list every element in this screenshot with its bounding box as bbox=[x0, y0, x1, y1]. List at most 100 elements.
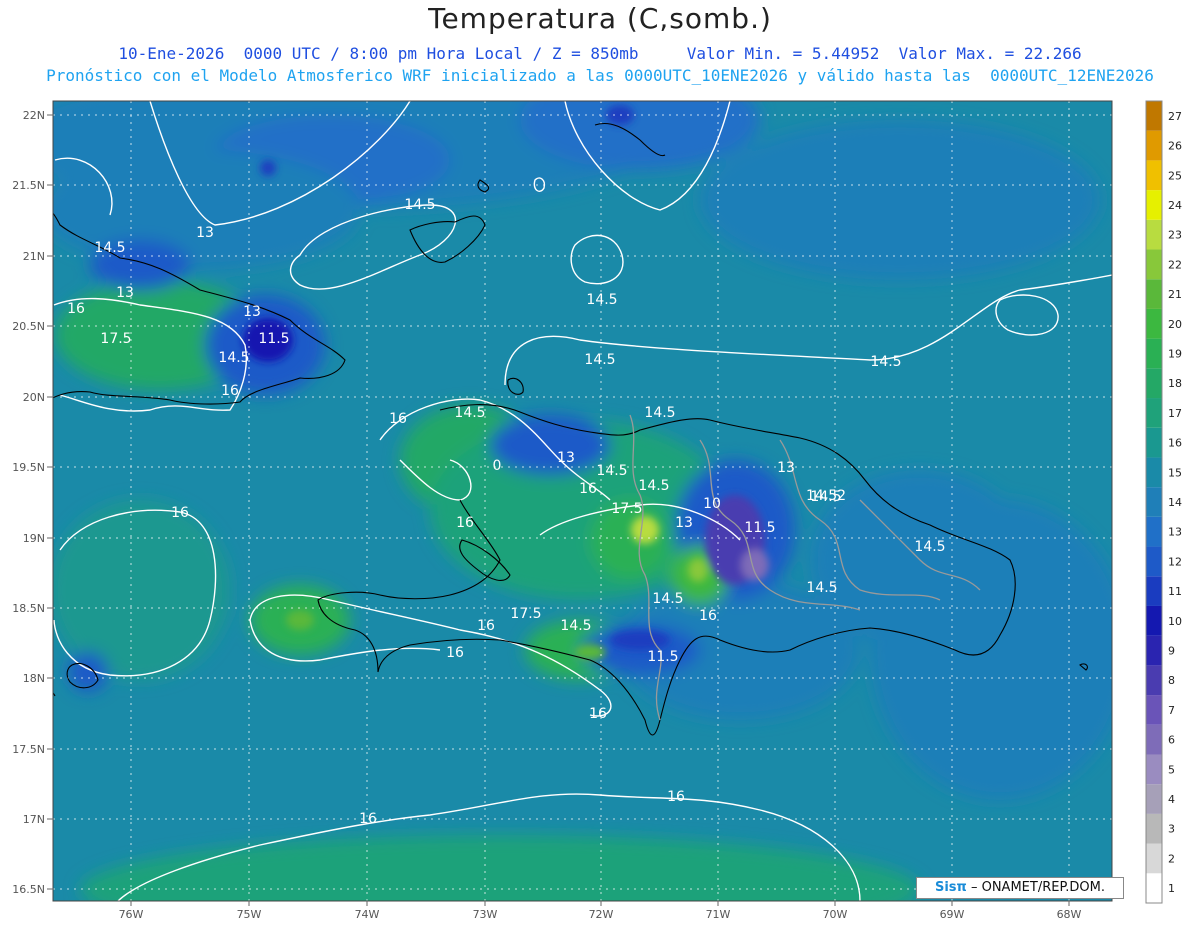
latitude-axis: 22N 21.5N 21N 20.5N 20N 19.5N 19N 18.5N 18N 17.5N… bbox=[12, 109, 53, 896]
colorbar-swatch bbox=[1146, 516, 1162, 547]
colorbar-label: 22 bbox=[1168, 258, 1182, 271]
lat-tick-label: 20N bbox=[23, 391, 45, 404]
sispi-logo: Sisπ bbox=[934, 880, 967, 895]
colorbar-swatch bbox=[1146, 219, 1162, 250]
colorbar-swatch bbox=[1146, 308, 1162, 339]
colorbar-swatch bbox=[1146, 813, 1162, 844]
colorbar-label: 2 bbox=[1168, 852, 1175, 865]
contour-label: 14.5 bbox=[586, 292, 617, 308]
lon-tick-label: 70W bbox=[823, 908, 848, 921]
colorbar-label: 10 bbox=[1168, 615, 1182, 628]
colorbar-label: 17 bbox=[1168, 407, 1182, 420]
lat-tick-label: 19.5N bbox=[12, 461, 45, 474]
colorbar-swatch bbox=[1146, 576, 1162, 606]
lat-tick-label: 16.5N bbox=[12, 883, 45, 896]
contour-label: 13 bbox=[777, 460, 795, 476]
contour-label: 14.52 bbox=[806, 488, 846, 504]
lat-tick-label: 19N bbox=[23, 532, 45, 545]
colorbar-swatch bbox=[1146, 249, 1162, 280]
contour-label: 14.5 bbox=[870, 354, 901, 370]
contour-label: 17.5 bbox=[510, 606, 541, 622]
lat-tick-label: 21.5N bbox=[12, 179, 45, 192]
colorbar: 1234567891011121314151617181920212223242… bbox=[1145, 100, 1182, 904]
colorbar-label: 20 bbox=[1168, 318, 1182, 331]
contour-label: 10 bbox=[703, 496, 721, 512]
contour-label: 16 bbox=[221, 383, 239, 399]
lon-tick-label: 68W bbox=[1057, 908, 1082, 921]
lon-tick-label: 72W bbox=[589, 908, 614, 921]
lat-tick-label: 17N bbox=[23, 813, 45, 826]
colorbar-label: 15 bbox=[1168, 466, 1182, 479]
colorbar-label: 18 bbox=[1168, 377, 1182, 390]
colorbar-label: 9 bbox=[1168, 645, 1175, 658]
colorbar-label: 8 bbox=[1168, 674, 1175, 687]
colorbar-label: 14 bbox=[1168, 496, 1182, 509]
contour-label: 14.5 bbox=[596, 463, 627, 479]
lat-tick-label: 21N bbox=[23, 250, 45, 263]
colorbar-swatch bbox=[1146, 487, 1162, 517]
colorbar-label: 25 bbox=[1168, 169, 1182, 182]
credit-box: Sisπ – ONAMET/REP.DOM. bbox=[916, 877, 1124, 899]
colorbar-label: 12 bbox=[1168, 555, 1182, 568]
lat-tick-label: 18.5N bbox=[12, 602, 45, 615]
lon-tick-label: 74W bbox=[355, 908, 380, 921]
contour-label: 17.5 bbox=[100, 331, 131, 347]
temperature-map: 1314.514.5131617.51311.514.51614.5 14.514… bbox=[12, 100, 1182, 921]
contour-label: 14.5 bbox=[404, 197, 435, 213]
contour-label: 16 bbox=[579, 481, 597, 497]
colorbar-swatch bbox=[1146, 338, 1162, 369]
contour-label: 16 bbox=[589, 706, 607, 722]
colorbar-label: 1 bbox=[1168, 882, 1175, 895]
contour-label: 16 bbox=[699, 608, 717, 624]
colorbar-swatch bbox=[1146, 635, 1162, 666]
colorbar-label: 16 bbox=[1168, 437, 1182, 450]
colorbar-swatch bbox=[1146, 398, 1162, 428]
contour-label: 11.5 bbox=[258, 331, 289, 347]
contour-label: 16 bbox=[446, 645, 464, 661]
lon-tick-label: 69W bbox=[940, 908, 965, 921]
longitude-axis: 76W 75W 74W 73W 72W 71W 70W 69W 68W bbox=[119, 901, 1082, 921]
colorbar-swatch bbox=[1146, 724, 1162, 755]
colorbar-label: 13 bbox=[1168, 526, 1182, 539]
colorbar-swatch bbox=[1146, 784, 1162, 814]
colorbar-label: 23 bbox=[1168, 229, 1182, 242]
contour-label: 13 bbox=[116, 285, 134, 301]
colorbar-swatch bbox=[1146, 605, 1162, 636]
colorbar-label: 11 bbox=[1168, 585, 1182, 598]
contour-label: 14.5 bbox=[638, 478, 669, 494]
colorbar-swatch bbox=[1146, 873, 1162, 903]
contour-label: 0 bbox=[493, 458, 502, 474]
colorbar-label: 27 bbox=[1168, 110, 1182, 123]
lat-tick-label: 22N bbox=[23, 109, 45, 122]
colorbar-swatch bbox=[1146, 546, 1162, 577]
temperature-field bbox=[53, 101, 1112, 901]
contour-label: 14.5 bbox=[560, 618, 591, 634]
contour-label: 16 bbox=[359, 811, 377, 827]
contour-label: 14.5 bbox=[652, 591, 683, 607]
colorbar-label: 6 bbox=[1168, 734, 1175, 747]
contour-label: 16 bbox=[477, 618, 495, 634]
lon-tick-label: 75W bbox=[237, 908, 262, 921]
colorbar-swatch bbox=[1146, 427, 1162, 458]
colorbar-swatch bbox=[1146, 101, 1162, 131]
contour-label: 16 bbox=[456, 515, 474, 531]
colorbar-swatch bbox=[1146, 368, 1162, 399]
lon-tick-label: 71W bbox=[706, 908, 731, 921]
lon-tick-label: 76W bbox=[119, 908, 144, 921]
lat-tick-label: 17.5N bbox=[12, 743, 45, 756]
contour-label: 14.5 bbox=[94, 240, 125, 256]
contour-label: 13 bbox=[196, 225, 214, 241]
colorbar-swatch bbox=[1146, 190, 1162, 220]
contour-label: 14.5 bbox=[806, 580, 837, 596]
colorbar-label: 4 bbox=[1168, 793, 1175, 806]
colorbar-swatch bbox=[1146, 457, 1162, 488]
contour-label: 14.5 bbox=[584, 352, 615, 368]
colorbar-swatch bbox=[1146, 695, 1162, 725]
contour-label: 14.5 bbox=[914, 539, 945, 555]
contour-label: 14.5 bbox=[644, 405, 675, 421]
colorbar-label: 5 bbox=[1168, 763, 1175, 776]
contour-label: 11.5 bbox=[744, 520, 775, 536]
colorbar-label: 21 bbox=[1168, 288, 1182, 301]
contour-label: 13 bbox=[243, 304, 261, 320]
contour-label: 13 bbox=[675, 515, 693, 531]
